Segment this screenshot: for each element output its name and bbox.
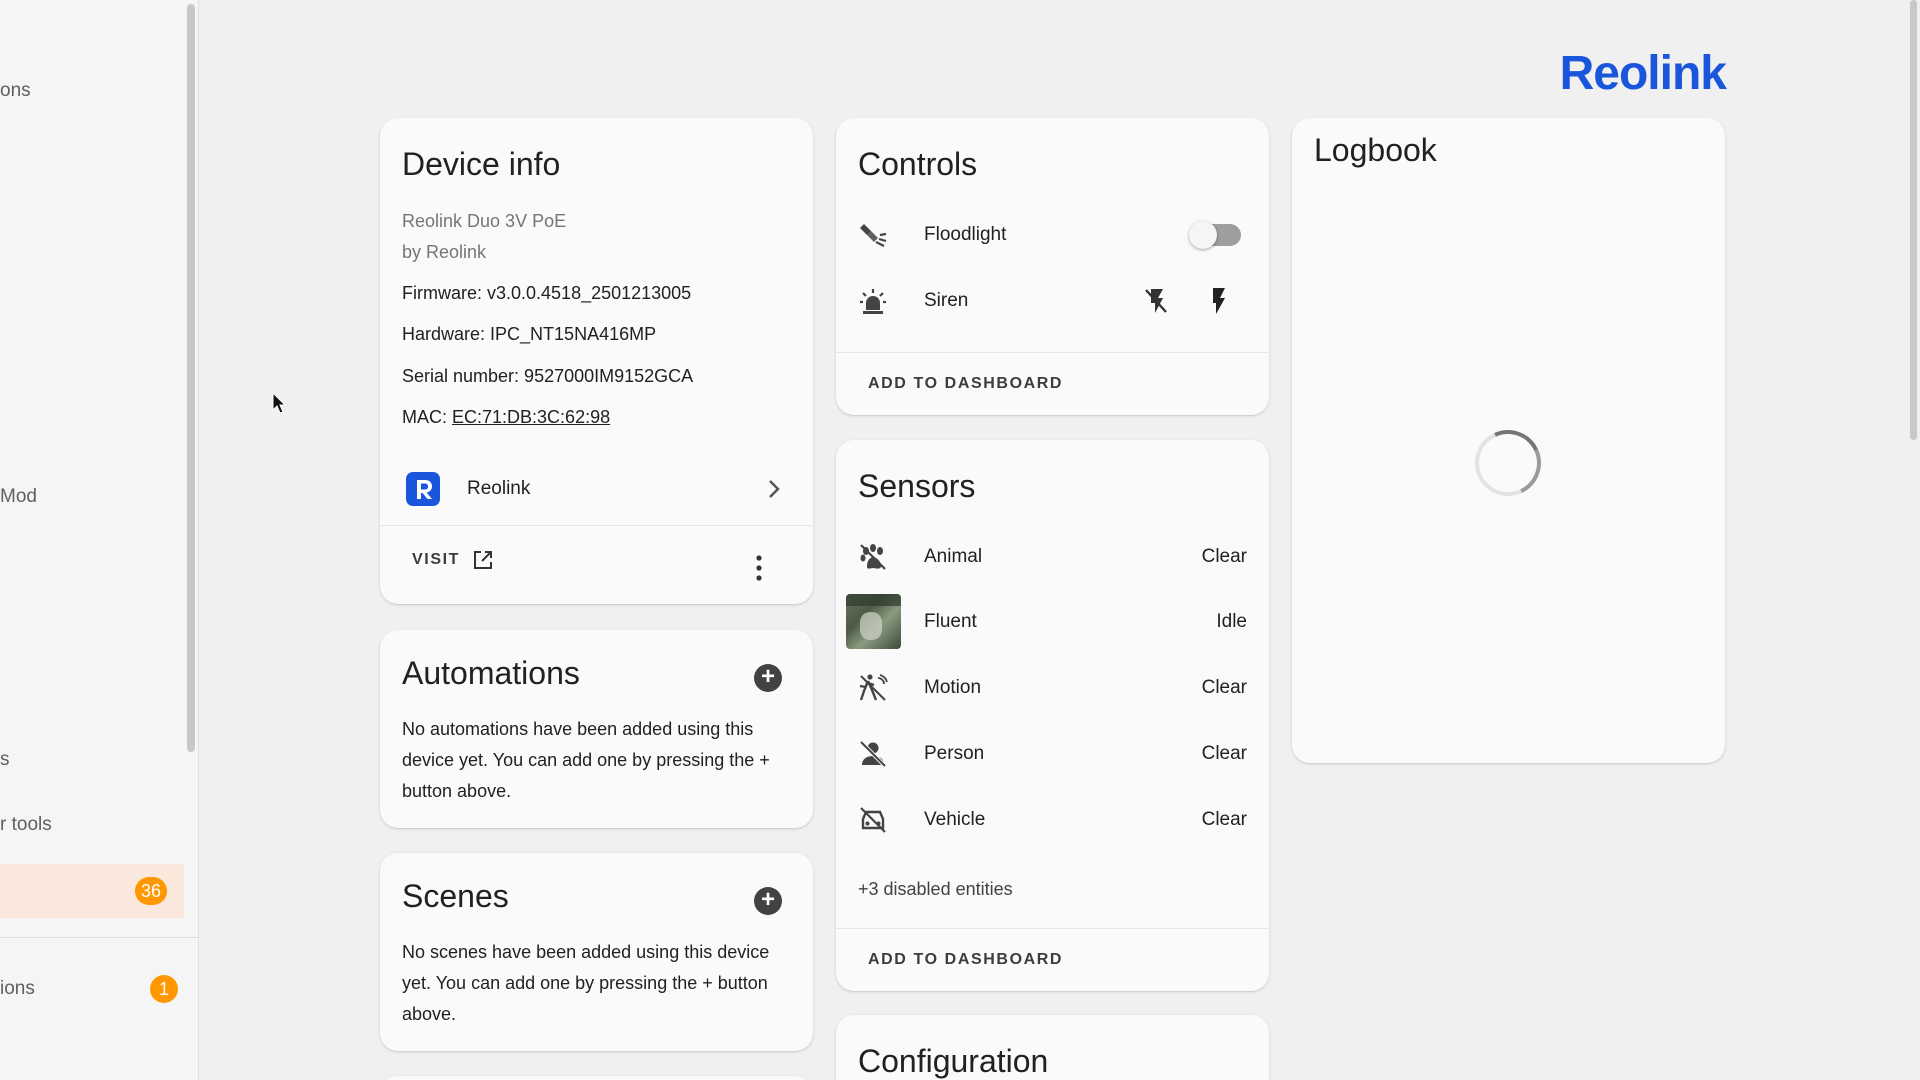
- add-to-dashboard-button[interactable]: ADD TO DASHBOARD: [868, 951, 1063, 969]
- sensor-label: Animal: [924, 546, 983, 567]
- sensor-label: Fluent: [924, 611, 977, 632]
- paw-icon: [856, 540, 890, 574]
- disabled-entities-link[interactable]: +3 disabled entities: [858, 879, 1013, 900]
- control-label: Siren: [924, 290, 969, 311]
- mac-address: MAC: EC:71:DB:3C:62:98: [402, 402, 610, 433]
- sensor-label: Vehicle: [924, 809, 986, 830]
- sidebar-item-label: ions: [0, 978, 35, 999]
- card-divider: [380, 525, 813, 526]
- card-title: Sensors: [858, 468, 976, 504]
- firmware-version: Firmware: v3.0.0.4518_2501213005: [402, 283, 692, 303]
- sidebar-item-label: r tools: [0, 814, 52, 835]
- sensor-value: Clear: [1201, 809, 1247, 830]
- sensor-label: Person: [924, 743, 985, 764]
- add-to-dashboard-button[interactable]: ADD TO DASHBOARD: [868, 375, 1063, 393]
- sidebar-item-label: s: [0, 749, 10, 770]
- visit-button[interactable]: VISIT: [412, 549, 494, 571]
- mac-link[interactable]: EC:71:DB:3C:62:98: [452, 407, 610, 427]
- more-vertical-icon[interactable]: [754, 554, 764, 582]
- sidebar-item-label: Mod: [0, 486, 37, 507]
- flash-icon[interactable]: [1207, 286, 1229, 316]
- automations-empty-text: No automations have been added using thi…: [402, 719, 770, 801]
- main-scrollbar[interactable]: [1906, 0, 1920, 1080]
- sidebar-item-mod[interactable]: Mod: [0, 470, 184, 524]
- sensors-card: Sensors Animal Clear Fluent Idle Motion …: [836, 440, 1269, 991]
- alarm-light-icon: [856, 284, 890, 318]
- sidebar-item-developer-tools[interactable]: r tools: [0, 798, 184, 852]
- device-info-card: Device info Reolink Duo 3V PoE by Reolin…: [380, 118, 813, 604]
- configuration-card: Configuration: [836, 1015, 1269, 1080]
- chevron-right-icon: [769, 480, 780, 498]
- loading-spinner: [1465, 420, 1551, 506]
- card-title: Scenes: [402, 878, 509, 914]
- sensor-value: Idle: [1216, 611, 1247, 632]
- integration-label: Reolink: [467, 478, 531, 499]
- hardware-version: Hardware: IPC_NT15NA416MP: [402, 324, 657, 344]
- visit-label: VISIT: [412, 551, 461, 568]
- card-title: Configuration: [858, 1043, 1049, 1079]
- scenes-empty-text: No scenes have been added using this dev…: [402, 942, 770, 1024]
- automations-card: Automations + No automations have been a…: [380, 630, 813, 828]
- card-divider: [836, 352, 1269, 353]
- controls-card: Controls Floodlight Siren ADD TO DASHBOA…: [836, 118, 1269, 415]
- control-label: Floodlight: [924, 224, 1007, 245]
- card-title: Device info: [402, 146, 561, 182]
- next-card: [380, 1076, 813, 1080]
- spotlight-icon: [856, 218, 890, 252]
- sensor-row-vehicle[interactable]: Vehicle Clear: [836, 795, 1269, 845]
- card-title: Automations: [402, 655, 580, 691]
- sidebar-item-s[interactable]: s: [0, 733, 184, 787]
- integration-row[interactable]: Reolink: [380, 465, 813, 513]
- sensor-value: Clear: [1201, 677, 1247, 698]
- sidebar-item-notifications[interactable]: ions 1: [0, 962, 184, 1016]
- sensor-row-animal[interactable]: Animal Clear: [836, 532, 1269, 582]
- add-automation-button[interactable]: +: [754, 664, 782, 692]
- cursor-icon: [272, 392, 287, 414]
- account-off-icon: [856, 737, 890, 771]
- brand-logo: Reolink: [1559, 47, 1727, 100]
- control-row-siren: Siren: [836, 276, 1269, 326]
- device-manufacturer: by Reolink: [402, 242, 487, 262]
- device-model: Reolink Duo 3V PoE: [402, 211, 567, 231]
- toggle-knob: [1189, 221, 1217, 249]
- camera-thumbnail: [846, 594, 901, 649]
- car-off-icon: [856, 803, 890, 837]
- card-divider: [836, 928, 1269, 929]
- sensor-row-person[interactable]: Person Clear: [836, 729, 1269, 779]
- count-badge: 36: [135, 877, 168, 905]
- scenes-card: Scenes + No scenes have been added using…: [380, 853, 813, 1051]
- card-title: Controls: [858, 146, 978, 182]
- notification-badge: 1: [150, 975, 178, 1003]
- logbook-card: Logbook: [1292, 118, 1725, 763]
- card-title: Logbook: [1314, 132, 1437, 168]
- sidebar-item-label: ons: [0, 80, 31, 101]
- mac-label: MAC:: [402, 407, 453, 427]
- sidebar-divider: [0, 937, 199, 938]
- sensor-label: Motion: [924, 677, 982, 698]
- flash-off-icon[interactable]: [1143, 286, 1169, 316]
- reolink-icon: [406, 472, 440, 506]
- scrollbar-thumb[interactable]: [1910, 0, 1917, 440]
- sidebar-item-integrations[interactable]: ons: [0, 64, 184, 118]
- motion-sensor-off-icon: [856, 671, 890, 705]
- sensor-value: Clear: [1201, 743, 1247, 764]
- sidebar: ons Mod s r tools 36 ions 1: [0, 0, 199, 1080]
- open-in-new-icon: [474, 551, 493, 569]
- serial-number: Serial number: 9527000IM9152GCA: [402, 366, 694, 386]
- sidebar-item-active[interactable]: 36: [0, 864, 184, 918]
- add-scene-button[interactable]: +: [754, 887, 782, 915]
- control-row-floodlight[interactable]: Floodlight: [836, 210, 1269, 260]
- sidebar-scrollbar[interactable]: [187, 4, 195, 752]
- sensor-value: Clear: [1201, 546, 1247, 567]
- sensor-row-motion[interactable]: Motion Clear: [836, 663, 1269, 713]
- sensor-row-fluent[interactable]: Fluent Idle: [836, 594, 1269, 649]
